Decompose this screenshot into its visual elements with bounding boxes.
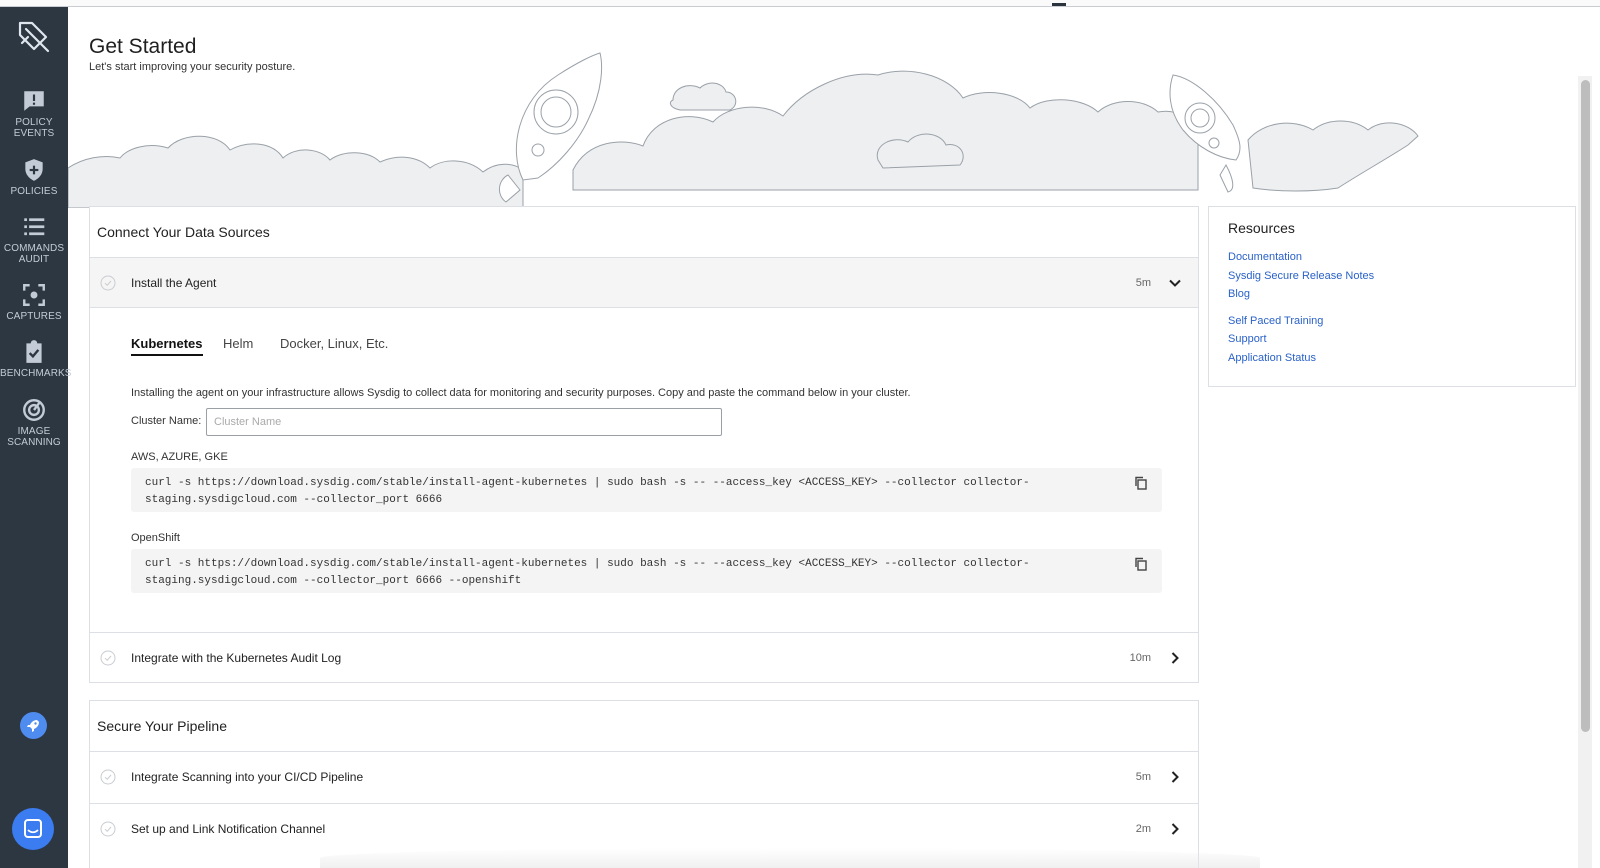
- get-started-rocket-button[interactable]: [20, 712, 47, 739]
- cluster-name-label: Cluster Name:: [131, 415, 202, 427]
- duration-label: 5m: [1135, 277, 1151, 289]
- chevron-right-icon[interactable]: [1168, 770, 1182, 784]
- sidebar: POLICY EVENTS POLICIES COMMANDS AUDIT CA…: [0, 7, 72, 868]
- link-release-notes[interactable]: Sysdig Secure Release Notes: [1228, 270, 1374, 282]
- secure-pipeline-card: Secure Your Pipeline Integrate Scanning …: [89, 700, 1199, 868]
- nav-policies[interactable]: POLICIES: [0, 157, 68, 197]
- card-title: Secure Your Pipeline: [97, 718, 227, 734]
- link-blog[interactable]: Blog: [1228, 288, 1250, 300]
- command-box-aws: curl -s https://download.sysdig.com/stab…: [131, 468, 1162, 512]
- tab-kubernetes[interactable]: Kubernetes: [131, 336, 203, 356]
- card-title: Connect Your Data Sources: [97, 224, 270, 240]
- nav-label: IMAGE SCANNING: [7, 426, 61, 448]
- copy-icon[interactable]: [1134, 476, 1148, 490]
- connect-data-sources-card: Connect Your Data Sources Install the Ag…: [89, 206, 1199, 683]
- link-documentation[interactable]: Documentation: [1228, 251, 1302, 263]
- row-label: Integrate with the Kubernetes Audit Log: [131, 651, 342, 665]
- row-label: Integrate Scanning into your CI/CD Pipel…: [131, 770, 364, 784]
- chat-support-button[interactable]: [12, 808, 54, 850]
- capture-icon: [23, 284, 45, 306]
- duration-label: 10m: [1129, 652, 1151, 664]
- row-label: Set up and Link Notification Channel: [131, 822, 326, 836]
- nav-captures[interactable]: CAPTURES: [0, 282, 68, 322]
- install-description: Installing the agent on your infrastruct…: [131, 387, 911, 399]
- rocket-clouds-illustration: [68, 52, 1419, 208]
- nav-label: CAPTURES: [6, 311, 62, 322]
- top-strip: [0, 0, 1600, 7]
- nav-image-scanning[interactable]: IMAGE SCANNING: [0, 397, 68, 448]
- resources-panel: Resources Documentation Sysdig Secure Re…: [1208, 206, 1576, 387]
- row-label: Install the Agent: [131, 276, 217, 290]
- audit-log-row[interactable]: Integrate with the Kubernetes Audit Log …: [90, 632, 1198, 683]
- install-agent-row[interactable]: Install the Agent 5m: [90, 257, 1198, 308]
- env-label-aws: AWS, AZURE, GKE: [131, 451, 228, 463]
- link-application-status[interactable]: Application Status: [1228, 352, 1316, 364]
- resources-title: Resources: [1228, 220, 1295, 236]
- duration-label: 2m: [1135, 823, 1151, 835]
- top-strip-marker: [1052, 3, 1066, 6]
- list-icon: [24, 218, 45, 236]
- bottom-shadow: [320, 848, 1260, 868]
- nav-policy-events[interactable]: POLICY EVENTS: [0, 88, 68, 139]
- chevron-down-icon[interactable]: [1168, 276, 1182, 290]
- alert-message-icon: [24, 91, 44, 111]
- chat-icon: [24, 819, 42, 838]
- shield-icon: [25, 159, 43, 181]
- rocket-icon: [27, 720, 39, 732]
- scrollbar-thumb[interactable]: [1581, 80, 1590, 732]
- command-box-openshift: curl -s https://download.sysdig.com/stab…: [131, 549, 1162, 593]
- duration-label: 5m: [1135, 771, 1151, 783]
- check-circle-icon: [100, 650, 116, 666]
- nav-label: POLICY EVENTS: [13, 117, 55, 139]
- tab-helm[interactable]: Helm: [223, 336, 253, 351]
- link-self-paced-training[interactable]: Self Paced Training: [1228, 315, 1323, 327]
- nav-benchmarks[interactable]: BENCHMARKS: [0, 339, 72, 379]
- nav-label: POLICIES: [10, 186, 58, 197]
- chevron-right-icon[interactable]: [1168, 822, 1182, 836]
- sysdig-logo-icon[interactable]: [14, 17, 54, 57]
- tab-docker-linux[interactable]: Docker, Linux, Etc.: [280, 336, 388, 351]
- link-support[interactable]: Support: [1228, 333, 1267, 345]
- check-circle-icon: [100, 769, 116, 785]
- nav-commands-audit[interactable]: COMMANDS AUDIT: [0, 214, 68, 265]
- cluster-name-input[interactable]: [206, 408, 722, 436]
- install-command[interactable]: curl -s https://download.sysdig.com/stab…: [145, 556, 1045, 590]
- check-circle-icon: [100, 275, 116, 291]
- nav-label: BENCHMARKS: [0, 368, 72, 379]
- ci-cd-scanning-row[interactable]: Integrate Scanning into your CI/CD Pipel…: [90, 751, 1198, 802]
- check-circle-icon: [100, 821, 116, 837]
- env-label-openshift: OpenShift: [131, 532, 180, 544]
- nav-label: COMMANDS AUDIT: [3, 243, 65, 265]
- clipboard-check-icon: [26, 340, 42, 363]
- install-command[interactable]: curl -s https://download.sysdig.com/stab…: [145, 475, 1045, 509]
- chevron-right-icon[interactable]: [1168, 651, 1182, 665]
- copy-icon[interactable]: [1134, 557, 1148, 571]
- notification-channel-row[interactable]: Set up and Link Notification Channel 2m: [90, 803, 1198, 854]
- radar-icon: [23, 399, 45, 421]
